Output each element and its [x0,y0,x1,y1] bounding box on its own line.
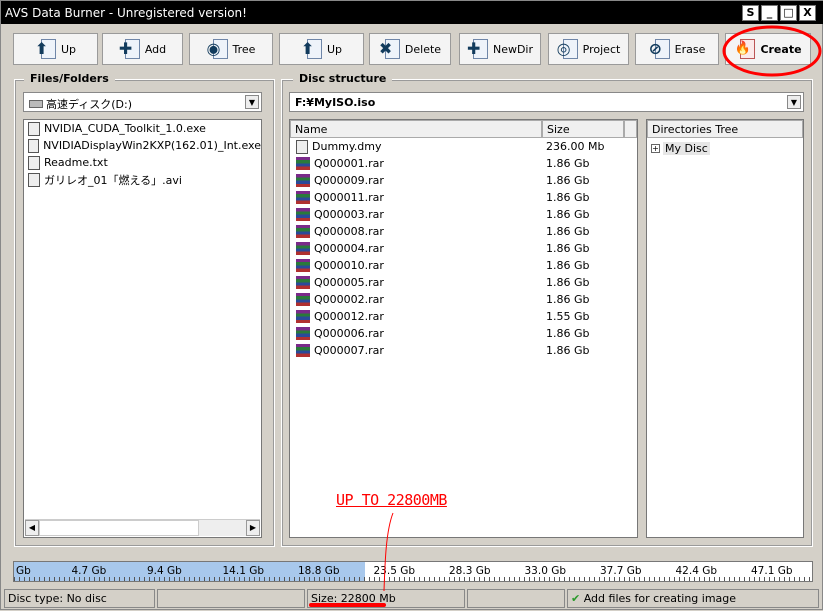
annotation-marks [309,25,822,607]
annotation-circle [722,25,822,77]
annotation-line [383,512,394,592]
